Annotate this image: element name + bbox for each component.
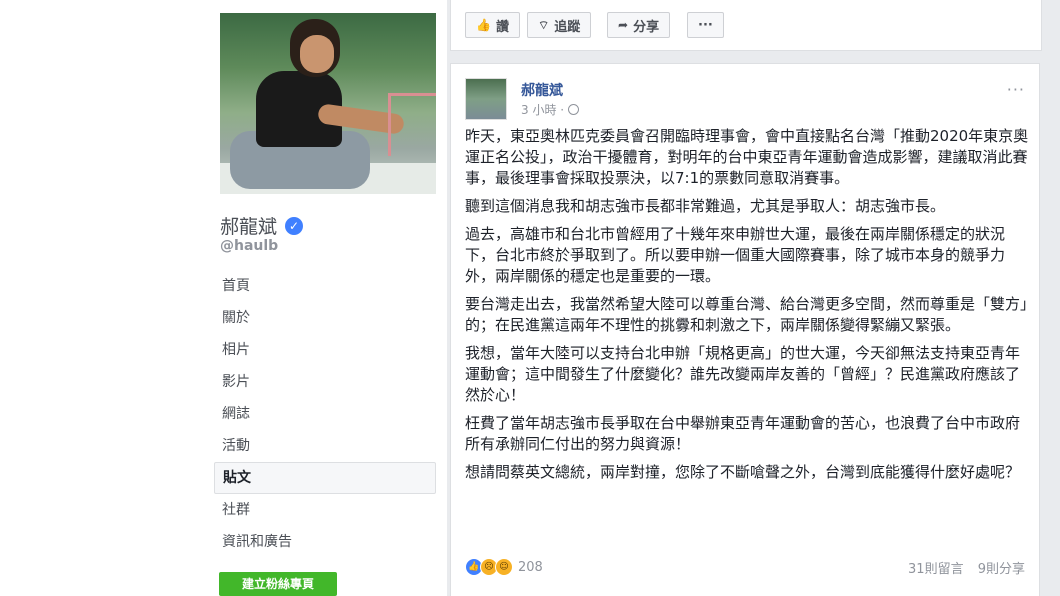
nav-item-info-and-ads[interactable]: 資訊和廣告: [214, 526, 436, 558]
rss-feed-icon: ⌔: [538, 17, 550, 32]
post-timestamp[interactable]: 3 小時 ·: [521, 101, 564, 118]
nav-item-about[interactable]: 關於: [214, 302, 436, 334]
shares-count-link[interactable]: 9則分享: [978, 562, 1025, 577]
left-column: 郝龍斌 ✓ @haulb 首頁 關於 相片 影片 網誌 活動 貼文 社群 資訊和…: [0, 0, 447, 596]
page-name[interactable]: 郝龍斌: [220, 212, 277, 239]
nav-item-home[interactable]: 首頁: [214, 270, 436, 302]
public-globe-icon: [568, 104, 580, 115]
post-paragraph: 聽到這個消息我和胡志強市長都非常難過，尤其是爭取人：胡志強市長。: [465, 197, 946, 215]
post-paragraph: 枉費了當年胡志強市長爭取在台中舉辦東亞青年運動會的苦心，也浪費了台中市政府所有承…: [465, 414, 1021, 453]
page-nav: 首頁 關於 相片 影片 網誌 活動 貼文 社群 資訊和廣告: [214, 270, 436, 558]
engagement-counts: 31則留言 9則分享: [908, 558, 1025, 577]
post-options-icon[interactable]: ···: [1007, 80, 1025, 99]
post-paragraph: 過去，高雄市和台北市曾經用了十幾年來申辦世大運，最後在兩岸關係穩定的狀況下，台北…: [465, 225, 1006, 285]
reactions-summary[interactable]: 👍 ☹ ☺ 208: [465, 558, 543, 576]
post-paragraph: 想請問蔡英文總統，兩岸對撞，您除了不斷嗆聲之外，台灣到底能獲得什麼好處呢？: [465, 463, 1021, 481]
more-options-button[interactable]: ···: [687, 12, 724, 38]
page-name-row: 郝龍斌 ✓: [220, 212, 304, 239]
nav-item-videos[interactable]: 影片: [214, 366, 436, 398]
follow-button[interactable]: ⌔ 追蹤: [527, 12, 592, 38]
nav-item-events[interactable]: 活動: [214, 430, 436, 462]
nav-item-posts[interactable]: 貼文: [214, 462, 436, 494]
thumbs-up-icon: 👍: [476, 18, 491, 32]
post-author-link[interactable]: 郝龍斌: [521, 80, 563, 100]
create-page-button[interactable]: 建立粉絲專頁: [219, 572, 337, 596]
page-action-bar: 👍 讚 ⌔ 追蹤 ➦ 分享 ···: [450, 0, 1042, 51]
post-body: 昨天，東亞奧林匹克委員會召開臨時理事會，會中直接點名台灣「推動2020年東京奧運…: [465, 126, 1031, 490]
verified-badge-icon: ✓: [285, 216, 304, 235]
post-paragraph: 要台灣走出去，我當然希望大陸可以尊重台灣、給台灣更多空間，然而尊重是「雙方」的；…: [465, 295, 1028, 334]
comments-count-link[interactable]: 31則留言: [908, 562, 964, 577]
post-card: 郝龍斌 3 小時 · ··· 昨天，東亞奧林匹克委員會召開臨時理事會，會中直接點…: [450, 63, 1040, 596]
profile-cover-photo[interactable]: [220, 13, 436, 194]
like-page-button[interactable]: 👍 讚: [465, 12, 520, 38]
post-meta: 3 小時 ·: [521, 101, 580, 118]
post-paragraph: 昨天，東亞奧林匹克委員會召開臨時理事會，會中直接點名台灣「推動2020年東京奧運…: [465, 127, 1029, 187]
nav-item-community[interactable]: 社群: [214, 494, 436, 526]
nav-item-notes[interactable]: 網誌: [214, 398, 436, 430]
haha-reaction-icon: ☺: [495, 558, 513, 576]
nav-item-photos[interactable]: 相片: [214, 334, 436, 366]
share-page-button[interactable]: ➦ 分享: [607, 12, 671, 38]
post-paragraph: 我想，當年大陸可以支持台北申辦「規格更高」的世大運，今天卻無法支持東亞青年運動會…: [465, 344, 1021, 404]
page-handle[interactable]: @haulb: [220, 238, 278, 254]
ellipsis-icon: ···: [698, 17, 713, 33]
reactions-count: 208: [518, 559, 543, 575]
share-arrow-icon: ➦: [618, 18, 629, 32]
author-avatar[interactable]: [465, 78, 507, 120]
